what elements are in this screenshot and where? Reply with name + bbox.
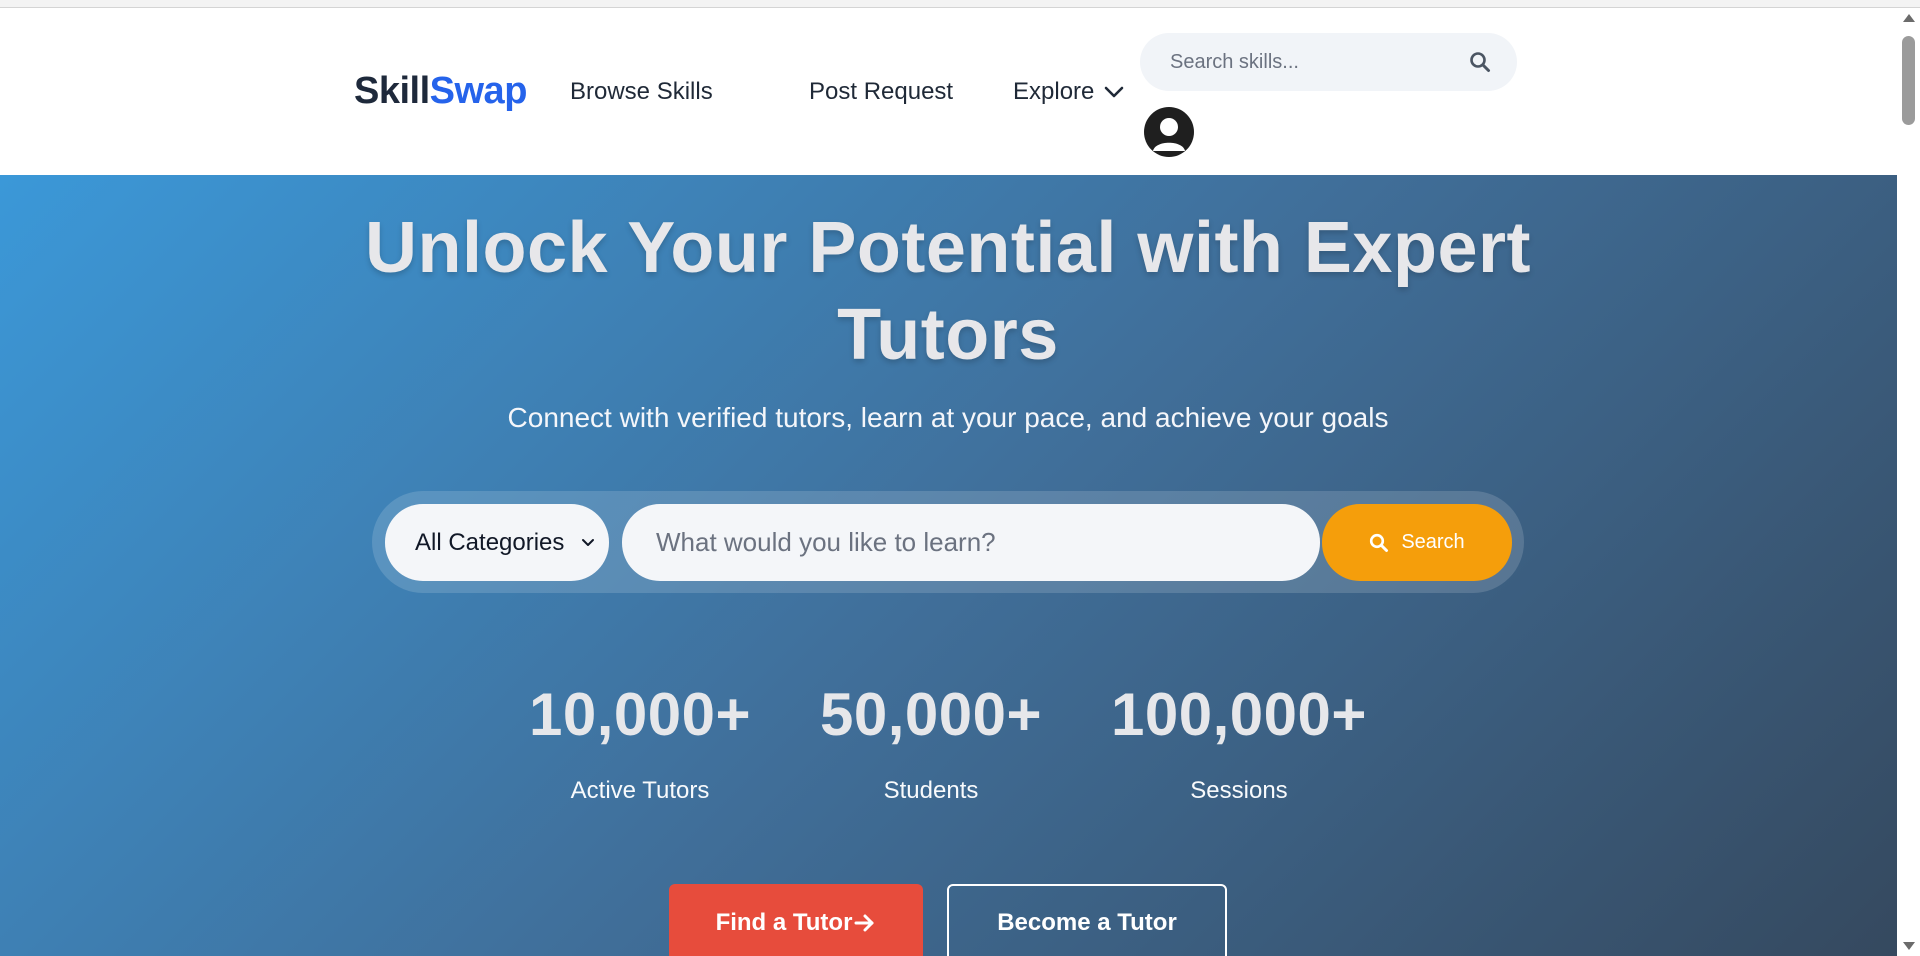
learn-search-input[interactable] — [656, 527, 1286, 558]
browser-top-edge — [0, 0, 1920, 8]
search-icon[interactable] — [1469, 51, 1491, 73]
header-search-input[interactable] — [1170, 50, 1469, 74]
chevron-down-icon — [582, 538, 594, 546]
stat-value-sessions: 100,000+ — [1111, 681, 1367, 748]
nav-explore-dropdown[interactable]: Explore — [1013, 78, 1124, 106]
nav-post-request[interactable]: Post Request — [809, 78, 953, 106]
find-tutor-button[interactable]: Find a Tutor — [669, 884, 923, 956]
site-header: SkillSwap Browse Skills Post Request Exp… — [0, 8, 1897, 175]
header-search-box — [1140, 33, 1517, 91]
brand-logo-part1: Skill — [354, 70, 430, 112]
hero-search-button-label: Search — [1401, 531, 1465, 553]
hero-title: Unlock Your Potential with Expert Tutors — [364, 208, 1531, 375]
become-tutor-button[interactable]: Become a Tutor — [947, 884, 1227, 956]
scroll-down-arrow-icon[interactable] — [1903, 942, 1915, 950]
brand-logo-part2: Swap — [429, 70, 528, 112]
hero-search-bar: All Categories Search — [372, 491, 1524, 593]
hero-search-button[interactable]: Search — [1322, 504, 1512, 581]
stat-value-students: 50,000+ — [819, 681, 1043, 748]
hero-subtitle: Connect with verified tutors, learn at y… — [507, 402, 1389, 433]
nav-explore-label: Explore — [1013, 78, 1095, 105]
stat-label-students: Students — [883, 777, 979, 804]
stat-label-sessions: Sessions — [1190, 777, 1288, 804]
page-scrollbar[interactable] — [1897, 8, 1920, 956]
chevron-down-icon — [1105, 86, 1124, 98]
stat-label-tutors: Active Tutors — [570, 777, 710, 804]
scroll-up-arrow-icon[interactable] — [1903, 14, 1915, 22]
scrollbar-thumb[interactable] — [1902, 36, 1915, 125]
arrow-right-icon — [854, 914, 874, 932]
learn-search-field — [622, 504, 1320, 581]
stat-value-tutors: 10,000+ — [528, 681, 752, 748]
hero-section: Unlock Your Potential with Expert Tutors… — [0, 175, 1897, 956]
nav-browse-skills[interactable]: Browse Skills — [570, 78, 713, 106]
user-avatar-icon[interactable] — [1144, 107, 1194, 157]
brand-logo[interactable]: SkillSwap — [354, 70, 527, 113]
search-icon — [1370, 533, 1389, 552]
find-tutor-button-label: Find a Tutor — [715, 909, 853, 936]
category-select[interactable]: All Categories — [385, 504, 609, 581]
category-select-value: All Categories — [415, 528, 565, 556]
